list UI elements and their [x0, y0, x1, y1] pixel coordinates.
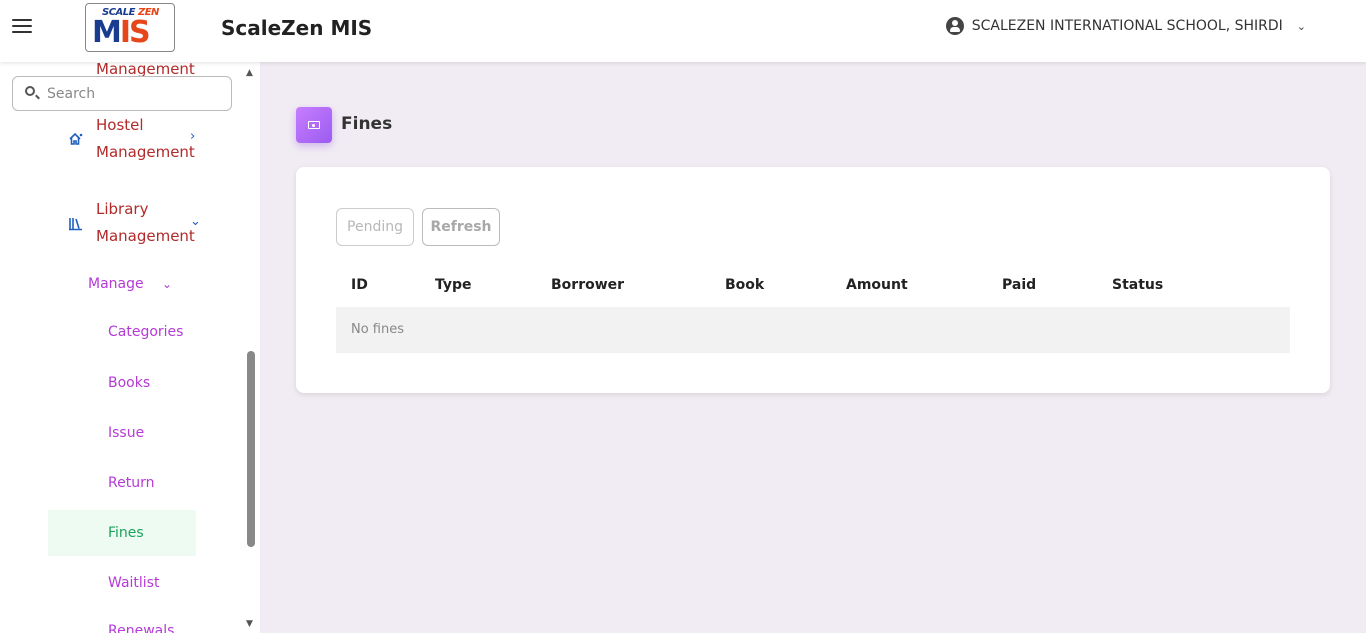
account-circle-icon — [945, 17, 964, 35]
sidebar-item-hostel-line1[interactable]: Hostel — [96, 112, 144, 139]
refresh-button[interactable]: Refresh — [422, 208, 500, 246]
fines-card: Pending Refresh ID Type Borrower Book Am… — [296, 167, 1330, 393]
scrollbar-thumb[interactable] — [247, 351, 255, 547]
sidebar-item-return[interactable]: Return — [108, 475, 154, 491]
app-title: ScaleZen MIS — [221, 16, 373, 40]
column-header-paid: Paid — [1002, 277, 1037, 293]
sidebar-item-library-line2[interactable]: Management — [96, 223, 195, 250]
scalezen-logo[interactable]: SCALE ZEN MIS — [85, 3, 175, 52]
top-header: SCALE ZEN MIS ScaleZen MIS SCALEZEN INTE… — [0, 0, 1366, 62]
search-input[interactable] — [47, 84, 217, 104]
logo-main-text: MIS — [92, 15, 151, 50]
fines-page-icon — [296, 107, 332, 143]
column-header-id: ID — [351, 277, 368, 293]
column-header-amount: Amount — [846, 277, 908, 293]
sidebar-item-hostel-line2[interactable]: Management — [96, 139, 195, 166]
library-icon — [68, 215, 84, 231]
sidebar-search — [12, 76, 232, 111]
cash-icon — [308, 121, 320, 129]
column-header-borrower: Borrower — [551, 277, 625, 293]
pending-button[interactable]: Pending — [336, 208, 414, 246]
table-header: ID Type Borrower Book Amount Paid Status — [336, 273, 1290, 307]
school-name: SCALEZEN INTERNATIONAL SCHOOL, SHIRDI — [971, 18, 1283, 34]
sidebar-item-fines[interactable]: Fines — [108, 525, 144, 541]
column-header-status: Status — [1112, 277, 1164, 293]
page-title: Fines — [341, 114, 393, 134]
chevron-down-icon[interactable]: ⌄ — [190, 214, 201, 229]
menu-icon[interactable] — [12, 19, 32, 35]
table-row-empty: No fines — [336, 307, 1290, 353]
sidebar-item-waitlist[interactable]: Waitlist — [108, 575, 159, 591]
column-header-type: Type — [435, 277, 472, 293]
school-selector[interactable]: SCALEZEN INTERNATIONAL SCHOOL, SHIRDI ⌄ — [945, 17, 1306, 35]
sidebar-item-issue[interactable]: Issue — [108, 425, 144, 441]
chevron-down-icon: ⌄ — [1296, 19, 1306, 33]
scroll-down-arrow-icon[interactable]: ▼ — [246, 619, 253, 629]
sidebar-item-library-line1[interactable]: Library — [96, 196, 148, 223]
sidebar: Management Hostel Management › Library M… — [0, 62, 260, 633]
scroll-up-arrow-icon[interactable]: ▲ — [246, 68, 253, 78]
sidebar-item-books[interactable]: Books — [108, 375, 150, 391]
hostel-icon — [68, 131, 84, 147]
chevron-down-icon[interactable]: ⌄ — [162, 277, 172, 291]
search-icon — [25, 86, 35, 96]
empty-message: No fines — [351, 322, 405, 337]
sidebar-scrollbar[interactable]: ▲ ▼ — [246, 68, 256, 633]
chevron-right-icon[interactable]: › — [190, 129, 195, 144]
column-header-book: Book — [725, 277, 765, 293]
sidebar-item-categories[interactable]: Categories — [108, 324, 183, 340]
sidebar-submenu-manage[interactable]: Manage — [88, 276, 144, 292]
sidebar-item-renewals[interactable]: Renewals — [108, 623, 174, 633]
